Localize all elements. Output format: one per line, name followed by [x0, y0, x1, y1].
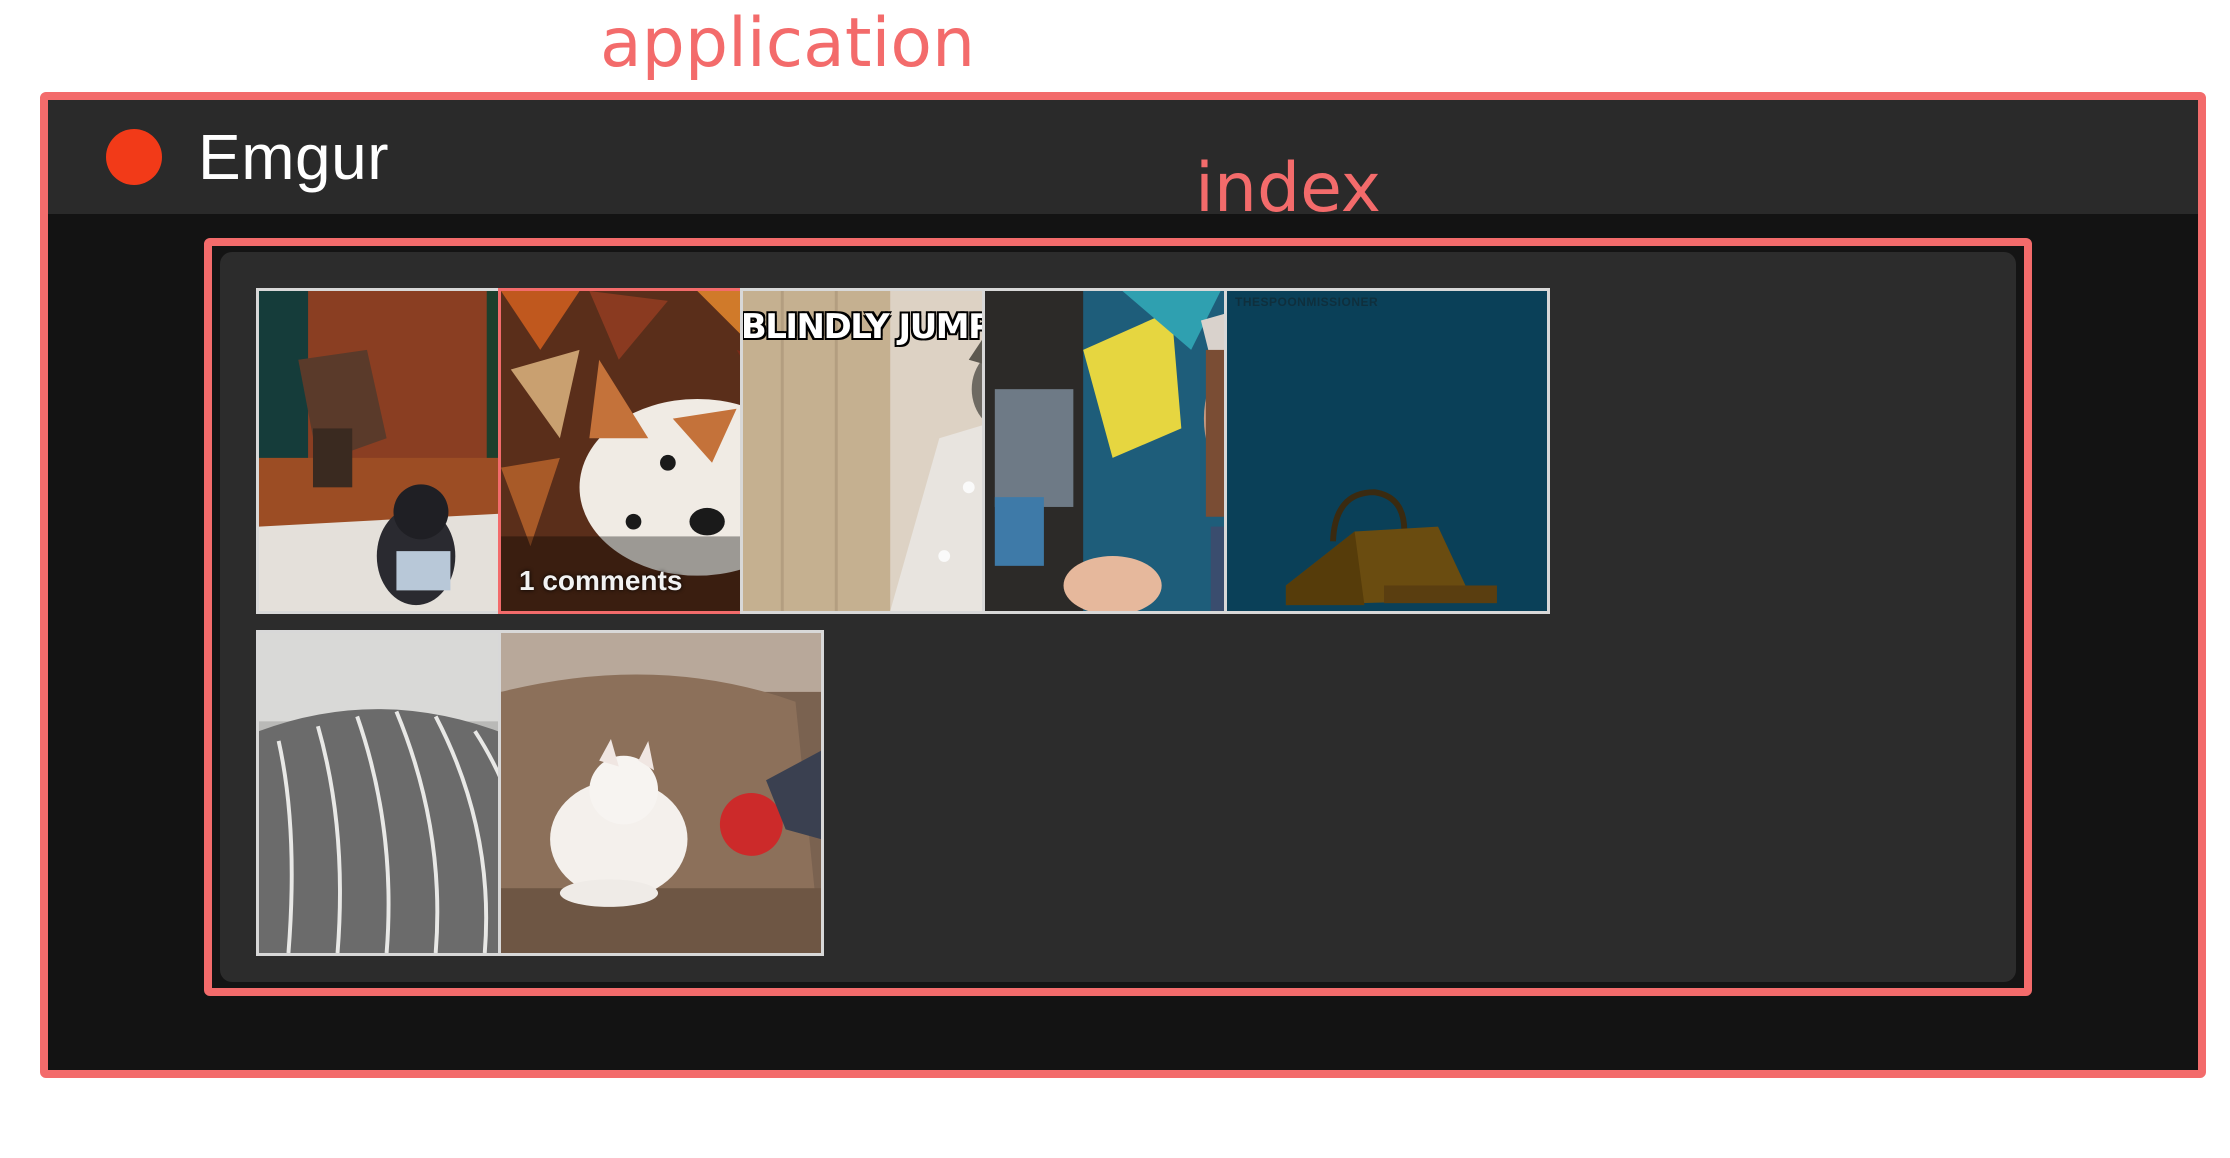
app-title[interactable]: Emgur [198, 120, 389, 194]
application-annotation-label: application [600, 4, 976, 83]
logo-dot-icon[interactable] [106, 129, 162, 185]
gallery-thumbnail-kitten[interactable] [498, 630, 824, 956]
app-header: Emgur [48, 100, 2198, 214]
image-gallery: 1 comments BLINDLY JUMPS IN THESPOONMISS… [220, 252, 2016, 982]
index-view: 1 comments BLINDLY JUMPS IN THESPOONMISS… [204, 238, 2032, 996]
gallery-thumbnail-handbag[interactable]: THESPOONMISSIONER [1224, 288, 1550, 614]
image-watermark: THESPOONMISSIONER [1235, 295, 1379, 309]
index-annotation-label: index [1195, 149, 1382, 228]
comment-count: 1 comments [519, 565, 683, 596]
handbag-image [1227, 291, 1547, 611]
kitten-image [501, 633, 821, 953]
